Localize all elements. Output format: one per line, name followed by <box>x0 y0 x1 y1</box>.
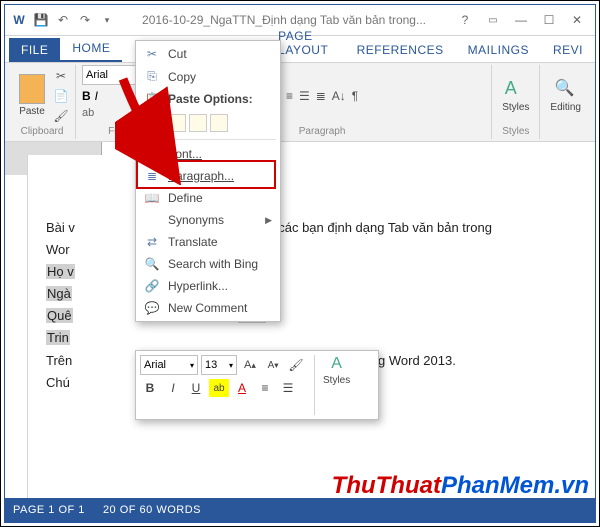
qat-customize-icon[interactable]: ▾ <box>97 10 117 30</box>
book-icon: 📖 <box>144 191 160 205</box>
paste-button[interactable]: Paste <box>15 70 49 121</box>
status-words[interactable]: 20 OF 60 WORDS <box>103 504 201 516</box>
cut-icon[interactable]: ✂ <box>53 68 69 84</box>
close-button[interactable]: ✕ <box>563 9 591 31</box>
menu-define[interactable]: 📖Define <box>138 187 278 209</box>
editing-button[interactable]: 🔍 Editing <box>546 74 585 117</box>
status-bar: PAGE 1 OF 1 20 OF 60 WORDS <box>5 498 595 522</box>
link-icon: 🔗 <box>144 279 160 293</box>
bold-button[interactable]: B <box>82 89 91 103</box>
paragraph-icon: ≣ <box>144 169 160 183</box>
menu-paragraph[interactable]: ≣Paragraph... <box>138 165 278 187</box>
redo-icon[interactable]: ↷ <box>75 10 95 30</box>
styles-button[interactable]: A Styles <box>498 74 533 117</box>
menu-copy[interactable]: ⎘Copy <box>138 65 278 88</box>
tab-review[interactable]: REVI <box>541 38 595 62</box>
mini-font-color-button[interactable]: A <box>232 379 252 397</box>
sort-icon[interactable]: A↓ <box>332 89 346 103</box>
clipboard-icon: 📋 <box>144 92 160 106</box>
help-icon[interactable]: ? <box>451 9 479 31</box>
mini-underline-button[interactable]: U <box>186 379 206 397</box>
align-icon[interactable]: ≣ <box>316 89 326 103</box>
mini-bullets-icon[interactable]: ≡ <box>255 379 275 397</box>
menu-font[interactable]: AFont... <box>138 143 278 165</box>
ribbon-tabs: FILE HOME INSERT DESIGN PAGE LAYOUT REFE… <box>5 36 595 63</box>
menu-search-bing[interactable]: 🔍Search with Bing <box>138 253 278 275</box>
mini-numbering-icon[interactable]: ☰ <box>278 379 298 397</box>
menu-paste-option-items[interactable] <box>138 110 278 136</box>
menu-hyperlink[interactable]: 🔗Hyperlink... <box>138 275 278 297</box>
maximize-button[interactable]: ☐ <box>535 9 563 31</box>
search-icon: 🔍 <box>144 257 160 271</box>
font-icon: A <box>144 147 160 161</box>
ribbon-options-icon[interactable]: ▭ <box>479 9 507 31</box>
menu-paste-options: 📋Paste Options: <box>138 88 278 110</box>
status-page[interactable]: PAGE 1 OF 1 <box>13 504 85 516</box>
tab-home[interactable]: HOME <box>60 36 122 62</box>
menu-cut[interactable]: ✂Cut <box>138 43 278 65</box>
undo-icon[interactable]: ↶ <box>53 10 73 30</box>
mini-font-combo[interactable]: Arial▾ <box>140 355 198 375</box>
shrink-font-icon[interactable]: A▾ <box>263 356 283 374</box>
number-list-icon[interactable]: ☰ <box>299 89 310 103</box>
minimize-button[interactable]: — <box>507 9 535 31</box>
format-painter-mini-icon[interactable]: 🖌 <box>286 356 306 374</box>
mini-toolbar: Arial▾ 13▾ A▴ A▾ 🖌 B I U ab A ≡ ☰ <box>135 350 379 420</box>
comment-icon: 💬 <box>144 301 160 315</box>
copy-icon: ⎘ <box>144 69 160 84</box>
mini-italic-button[interactable]: I <box>163 379 183 397</box>
styles-group-label: Styles <box>498 126 533 139</box>
scissors-icon: ✂ <box>144 47 160 61</box>
chevron-right-icon: ▶ <box>265 215 272 226</box>
tab-references[interactable]: REFERENCES <box>345 38 456 62</box>
mini-highlight-button[interactable]: ab <box>209 379 229 397</box>
bullet-list-icon[interactable]: ≡ <box>286 89 293 103</box>
mini-bold-button[interactable]: B <box>140 379 160 397</box>
ribbon: Paste ✂ 📄 🖌 Clipboard Arial B I ab <box>5 63 595 142</box>
paste-label: Paste <box>19 106 45 117</box>
context-menu: ✂Cut ⎘Copy 📋Paste Options: AFont... ≣Par… <box>135 40 281 322</box>
word-icon: W <box>9 10 29 30</box>
save-icon[interactable]: 💾 <box>31 10 51 30</box>
menu-new-comment[interactable]: 💬New Comment <box>138 297 278 319</box>
menu-translate[interactable]: ⇄Translate <box>138 231 278 253</box>
translate-icon: ⇄ <box>144 235 160 249</box>
tab-mailings[interactable]: MAILINGS <box>456 38 541 62</box>
vertical-ruler[interactable] <box>5 155 28 498</box>
tab-file[interactable]: FILE <box>9 38 60 62</box>
document-page[interactable]: Bài vni tiết tới các bạn định dạng Tab v… <box>28 155 595 498</box>
format-painter-icon[interactable]: 🖌 <box>53 108 69 124</box>
menu-synonyms[interactable]: Synonyms▶ <box>138 209 278 231</box>
grow-font-icon[interactable]: A▴ <box>240 356 260 374</box>
clipboard-group-label: Clipboard <box>15 126 69 139</box>
mini-size-combo[interactable]: 13▾ <box>201 355 237 375</box>
copy-icon[interactable]: 📄 <box>53 88 69 104</box>
italic-button[interactable]: I <box>95 89 98 103</box>
mini-styles-button[interactable]: A Styles <box>323 355 350 415</box>
pilcrow-icon[interactable]: ¶ <box>352 89 358 103</box>
